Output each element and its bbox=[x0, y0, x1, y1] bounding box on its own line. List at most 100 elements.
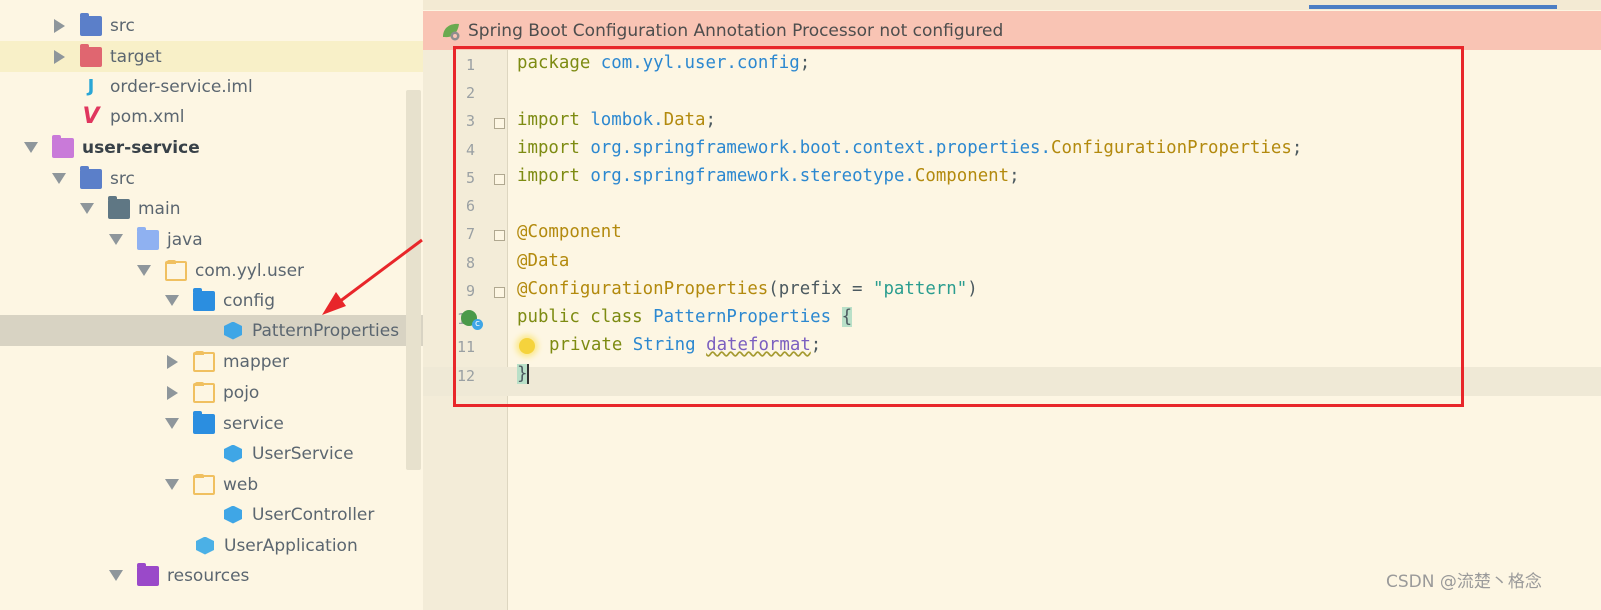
annotation: @Component bbox=[517, 222, 622, 242]
line-number-gutter bbox=[423, 50, 508, 610]
collapse-arrow-icon[interactable] bbox=[137, 264, 151, 278]
annotation: @ConfigurationProperties bbox=[517, 279, 769, 299]
line-number: 3 bbox=[465, 112, 475, 130]
collapse-arrow-icon[interactable] bbox=[52, 172, 66, 186]
keyword: import bbox=[517, 138, 580, 158]
class-icon bbox=[224, 505, 242, 524]
line-number: 8 bbox=[465, 254, 475, 272]
spring-bean-gutter-icon[interactable] bbox=[461, 310, 483, 330]
notification-banner: Spring Boot Configuration Annotation Pro… bbox=[423, 11, 1601, 50]
line-number: 5 bbox=[465, 169, 475, 187]
tree-item-config[interactable]: config bbox=[0, 285, 423, 316]
collapse-arrow-icon[interactable] bbox=[165, 478, 179, 492]
tree-item-user-application[interactable]: UserApplication bbox=[0, 530, 423, 561]
spring-boot-class-icon bbox=[196, 536, 214, 555]
fold-marker-icon[interactable] bbox=[494, 287, 505, 298]
tree-item-label: order-service.iml bbox=[110, 76, 253, 97]
annotation: @Data bbox=[517, 251, 570, 271]
class-name: PatternProperties bbox=[653, 307, 832, 327]
class-icon bbox=[224, 444, 242, 463]
punctuation: ; bbox=[1009, 166, 1020, 186]
collapse-arrow-icon[interactable] bbox=[109, 569, 123, 583]
tree-item-label: mapper bbox=[223, 351, 290, 372]
collapse-arrow-icon[interactable] bbox=[109, 233, 123, 247]
banner-message: Spring Boot Configuration Annotation Pro… bbox=[468, 20, 1004, 41]
type-name: Component bbox=[914, 166, 1010, 186]
tree-item-label: src bbox=[110, 15, 135, 36]
string-literal: "pattern" bbox=[872, 279, 968, 299]
keyword: import bbox=[517, 110, 580, 130]
tree-item-order-service-iml[interactable]: J order-service.iml bbox=[0, 71, 423, 102]
tree-item-user-service[interactable]: user-service bbox=[0, 132, 423, 163]
tree-item-java[interactable]: java bbox=[0, 224, 423, 255]
code-line-8: @Data bbox=[517, 251, 569, 271]
package-name: com.yyl.user.config bbox=[600, 53, 800, 73]
tree-item-label: UserController bbox=[252, 504, 375, 525]
keyword: import bbox=[517, 166, 580, 186]
tree-item-label: target bbox=[110, 46, 162, 67]
tree-item-src[interactable]: src bbox=[0, 10, 423, 41]
collapse-arrow-icon[interactable] bbox=[165, 294, 179, 308]
code-line-4: import org.springframework.boot.context.… bbox=[517, 138, 1302, 158]
tree-item-label: web bbox=[223, 474, 259, 495]
tree-item-mapper[interactable]: mapper bbox=[0, 346, 423, 377]
keyword: private bbox=[549, 335, 623, 355]
line-number: 7 bbox=[465, 225, 475, 243]
expand-arrow-icon[interactable] bbox=[52, 18, 66, 33]
tree-item-label: PatternProperties bbox=[252, 320, 400, 341]
tree-item-pattern-properties[interactable]: PatternProperties bbox=[0, 315, 423, 346]
fold-marker-icon[interactable] bbox=[494, 118, 505, 129]
active-tab-indicator bbox=[1309, 5, 1557, 9]
tree-item-main[interactable]: main bbox=[0, 193, 423, 224]
text-cursor bbox=[527, 364, 530, 384]
class-icon bbox=[224, 321, 242, 340]
package-name: org.springframework.boot.context.propert… bbox=[590, 138, 1051, 158]
code-line-1: package com.yyl.user.config; bbox=[517, 53, 810, 73]
module-folder-icon bbox=[52, 134, 74, 158]
code-line-7: @Component bbox=[517, 222, 622, 242]
tree-item-label: src bbox=[110, 168, 135, 189]
expand-arrow-icon[interactable] bbox=[165, 385, 179, 400]
lightbulb-icon[interactable] bbox=[519, 338, 535, 354]
punctuation: ; bbox=[1291, 138, 1303, 158]
expand-arrow-icon[interactable] bbox=[165, 354, 179, 369]
fold-marker-icon[interactable] bbox=[494, 230, 505, 241]
watermark: CSDN @流楚丶格念 bbox=[1386, 572, 1542, 592]
tree-item-pojo[interactable]: pojo bbox=[0, 377, 423, 408]
current-line-highlight bbox=[423, 367, 1601, 396]
tree-item-resources[interactable]: resources bbox=[0, 560, 423, 591]
tree-item-src[interactable]: src bbox=[0, 163, 423, 194]
package-icon bbox=[193, 473, 215, 495]
fold-marker-icon[interactable] bbox=[494, 174, 505, 185]
maven-pom-icon: V bbox=[82, 104, 100, 129]
tree-scrollbar[interactable] bbox=[406, 90, 421, 470]
package-icon bbox=[165, 259, 187, 281]
tree-item-service[interactable]: service bbox=[0, 408, 423, 439]
tree-item-label: pom.xml bbox=[110, 106, 185, 127]
collapse-arrow-icon[interactable] bbox=[165, 417, 179, 431]
tree-item-label: service bbox=[223, 413, 284, 434]
code-editor[interactable]: Spring Boot Configuration Annotation Pro… bbox=[423, 0, 1601, 610]
line-number: 2 bbox=[465, 84, 475, 102]
tree-item-target[interactable]: target bbox=[0, 41, 423, 72]
spring-leaf-icon bbox=[441, 21, 461, 41]
expand-arrow-icon[interactable] bbox=[52, 49, 66, 64]
tree-item-com-yyl-user[interactable]: com.yyl.user bbox=[0, 255, 423, 286]
config-package-icon bbox=[193, 287, 215, 311]
collapse-arrow-icon[interactable] bbox=[80, 202, 94, 216]
tree-item-label: config bbox=[223, 290, 276, 311]
type-name: ConfigurationProperties bbox=[1051, 138, 1292, 158]
line-number: 11 bbox=[456, 338, 475, 356]
line-number: 6 bbox=[465, 197, 475, 215]
code-line-11: private String dateformat; bbox=[549, 335, 821, 355]
keyword: public class bbox=[517, 307, 643, 327]
tree-item-web[interactable]: web bbox=[0, 469, 423, 500]
tree-item-user-service-class[interactable]: UserService bbox=[0, 438, 423, 469]
tree-item-pom-xml[interactable]: V pom.xml bbox=[0, 101, 423, 132]
code-line-9: @ConfigurationProperties(prefix = "patte… bbox=[517, 279, 978, 299]
tree-item-user-controller[interactable]: UserController bbox=[0, 499, 423, 530]
package-icon bbox=[193, 381, 215, 403]
java-source-root-icon bbox=[137, 226, 159, 250]
collapse-arrow-icon[interactable] bbox=[24, 141, 38, 155]
source-folder-icon bbox=[80, 165, 102, 189]
